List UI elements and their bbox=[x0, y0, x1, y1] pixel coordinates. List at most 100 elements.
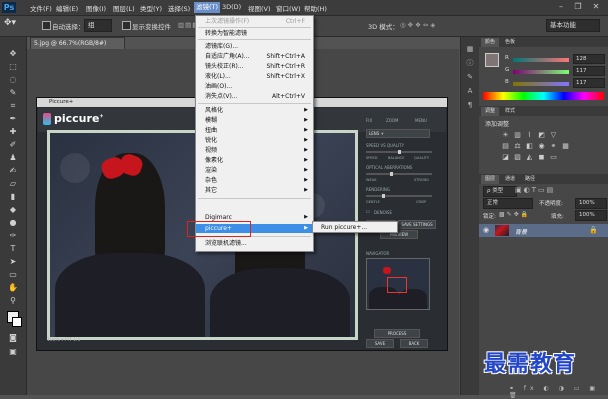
background-color-swatch[interactable] bbox=[12, 317, 22, 327]
b-slider[interactable]: B 117 bbox=[505, 78, 605, 88]
show-transform-checkbox[interactable] bbox=[122, 21, 131, 30]
tab-layers[interactable]: 图层 bbox=[481, 175, 500, 184]
gradient-tool-icon[interactable]: ▮ bbox=[7, 192, 19, 202]
blend-mode-select[interactable]: 正常 bbox=[483, 198, 533, 209]
brightness-icon[interactable]: ☀ bbox=[501, 131, 510, 139]
save-button[interactable]: SAVE bbox=[366, 339, 394, 348]
color-balance-icon[interactable]: ⚖ bbox=[513, 142, 522, 150]
tab-fix[interactable]: FIX bbox=[366, 118, 372, 123]
back-button[interactable]: BACK bbox=[400, 339, 428, 348]
menu-type[interactable]: 类型(Y) bbox=[140, 3, 162, 13]
tab-styles[interactable]: 样式 bbox=[501, 107, 519, 116]
marquee-tool-icon[interactable]: ⬚ bbox=[7, 62, 19, 72]
menu-item-last-filter[interactable]: 上次滤镜操作(F) Ctrl+F bbox=[196, 17, 313, 26]
layer-bottom-icons[interactable]: ⚭ fx ◐ ◑ ▭ ▣ 🗑 bbox=[509, 385, 608, 399]
menu-item-liquify[interactable]: 液化(L)... Shift+Ctrl+X bbox=[196, 72, 313, 81]
properties-icon[interactable]: ⓘ bbox=[465, 59, 475, 68]
tab-swatches[interactable]: 色板 bbox=[501, 38, 519, 47]
r-track[interactable] bbox=[513, 58, 569, 62]
type-tool-icon[interactable]: T bbox=[7, 244, 19, 254]
auto-select-checkbox[interactable] bbox=[42, 21, 51, 30]
menu-edit[interactable]: 编辑(E) bbox=[56, 3, 78, 13]
threshold-icon[interactable]: ◭ bbox=[525, 153, 534, 161]
paragraph-icon[interactable]: ¶ bbox=[465, 101, 475, 110]
lasso-tool-icon[interactable]: ◌ bbox=[7, 75, 19, 85]
quick-select-tool-icon[interactable]: ✎ bbox=[7, 88, 19, 98]
tab-zoom[interactable]: ZOOM bbox=[386, 118, 399, 123]
g-track[interactable] bbox=[513, 70, 569, 74]
layer-filter-select[interactable]: ρ 类型 bbox=[483, 186, 517, 197]
tab-menu[interactable]: MENU bbox=[415, 118, 427, 123]
opacity-input[interactable]: 100% bbox=[575, 198, 607, 209]
process-button[interactable]: PROCESS bbox=[374, 329, 420, 338]
menu-image[interactable]: 图像(I) bbox=[86, 3, 106, 13]
save-settings-button[interactable]: SAVE SETTINGS bbox=[398, 220, 436, 229]
eye-icon[interactable]: ◉ bbox=[483, 226, 489, 234]
zoom-tool-icon[interactable]: ⚲ bbox=[7, 296, 19, 306]
color-lookup-icon[interactable]: ▦ bbox=[561, 142, 570, 150]
restore-icon[interactable]: ❐ bbox=[571, 2, 585, 12]
tab-paths[interactable]: 路径 bbox=[521, 175, 539, 184]
healing-tool-icon[interactable]: ✚ bbox=[7, 127, 19, 137]
foreground-swatch[interactable] bbox=[485, 53, 499, 67]
menu-select[interactable]: 选择(S) bbox=[168, 3, 190, 13]
navigator-viewport-box[interactable] bbox=[387, 277, 407, 293]
close-icon[interactable]: ✕ bbox=[589, 2, 603, 12]
hand-tool-icon[interactable]: ✋ bbox=[7, 283, 19, 293]
move-tool-icon[interactable]: ✥▾ bbox=[4, 18, 16, 28]
invert-icon[interactable]: ◪ bbox=[501, 153, 510, 161]
tab-color[interactable]: 颜色 bbox=[481, 38, 500, 47]
shape-tool-icon[interactable]: ▭ bbox=[7, 270, 19, 280]
path-select-icon[interactable]: ➤ bbox=[7, 257, 19, 267]
stamp-tool-icon[interactable]: ♟ bbox=[7, 153, 19, 163]
menu-help[interactable]: 帮助(H) bbox=[304, 3, 327, 13]
tab-channels[interactable]: 通道 bbox=[501, 175, 519, 184]
workspace-select[interactable]: 基本功能 bbox=[546, 19, 600, 32]
b-track[interactable] bbox=[513, 82, 569, 86]
rendering-slider[interactable] bbox=[382, 194, 385, 198]
brush-tool-icon[interactable]: ✐ bbox=[7, 140, 19, 150]
menu-item-pixelate[interactable]: 像素化 ▶ bbox=[196, 156, 313, 165]
screen-mode-icon[interactable]: ▣ bbox=[7, 347, 19, 357]
color-spectrum-bar[interactable] bbox=[483, 92, 604, 100]
character-icon[interactable]: A bbox=[465, 87, 475, 96]
optical-slider[interactable] bbox=[390, 172, 393, 176]
speed-quality-slider[interactable] bbox=[398, 150, 401, 154]
photo-filter-icon[interactable]: ◉ bbox=[537, 142, 546, 150]
menu-item-sharpen[interactable]: 锐化 ▶ bbox=[196, 136, 313, 145]
denoise-checkbox[interactable]: ☐ bbox=[366, 209, 370, 214]
navigator-thumbnail[interactable] bbox=[366, 258, 430, 310]
menu-item-browse-online[interactable]: 浏览联机滤镜... bbox=[196, 239, 313, 248]
exposure-icon[interactable]: ◩ bbox=[537, 131, 546, 139]
eraser-tool-icon[interactable]: ▱ bbox=[7, 179, 19, 189]
3d-mode-icons[interactable]: ◎✥❖⇔◈ bbox=[400, 21, 437, 29]
menu-item-other[interactable]: 其它 ▶ bbox=[196, 186, 313, 195]
menu-item-video[interactable]: 视频 ▶ bbox=[196, 146, 313, 155]
crop-tool-icon[interactable]: ⌗ bbox=[7, 101, 19, 111]
lock-icons[interactable]: ▩✎✥🔒 bbox=[499, 211, 530, 218]
r-value[interactable]: 128 bbox=[573, 54, 605, 64]
dodge-tool-icon[interactable]: ● bbox=[7, 218, 19, 228]
posterize-icon[interactable]: ▨ bbox=[513, 153, 522, 161]
channel-mixer-icon[interactable]: ⚭ bbox=[549, 142, 558, 150]
layer-filter-icons[interactable]: ▣◐T▭▤ bbox=[515, 186, 555, 194]
menu-item-adaptive-wide[interactable]: 自适应广角(A)... Shift+Ctrl+A bbox=[196, 52, 313, 61]
r-slider[interactable]: R 128 bbox=[505, 54, 605, 64]
selective-color-icon[interactable]: ◼ bbox=[537, 153, 546, 161]
fill-input[interactable]: 100% bbox=[575, 210, 607, 221]
brush-panel-icon[interactable]: ✎ bbox=[465, 73, 475, 82]
levels-icon[interactable]: ▥ bbox=[513, 131, 522, 139]
g-value[interactable]: 117 bbox=[573, 66, 605, 76]
menu-3d[interactable]: 3D(D) bbox=[222, 3, 241, 11]
menu-window[interactable]: 窗口(W) bbox=[276, 3, 301, 13]
minimize-icon[interactable]: – bbox=[554, 2, 568, 12]
layer-name[interactable]: 背景 bbox=[515, 227, 527, 236]
plugin-zoom-bar[interactable]: 100% ▾ FIT 1:1 bbox=[47, 338, 352, 347]
b-value[interactable]: 117 bbox=[573, 78, 605, 88]
tab-adjustments[interactable]: 调整 bbox=[481, 107, 500, 116]
black-white-icon[interactable]: ◧ bbox=[525, 142, 534, 150]
blur-tool-icon[interactable]: ◆ bbox=[7, 205, 19, 215]
menu-file[interactable]: 文件(F) bbox=[30, 3, 52, 13]
menu-item-stylize[interactable]: 风格化 ▶ bbox=[196, 106, 313, 115]
hue-saturation-icon[interactable]: ▤ bbox=[501, 142, 510, 150]
